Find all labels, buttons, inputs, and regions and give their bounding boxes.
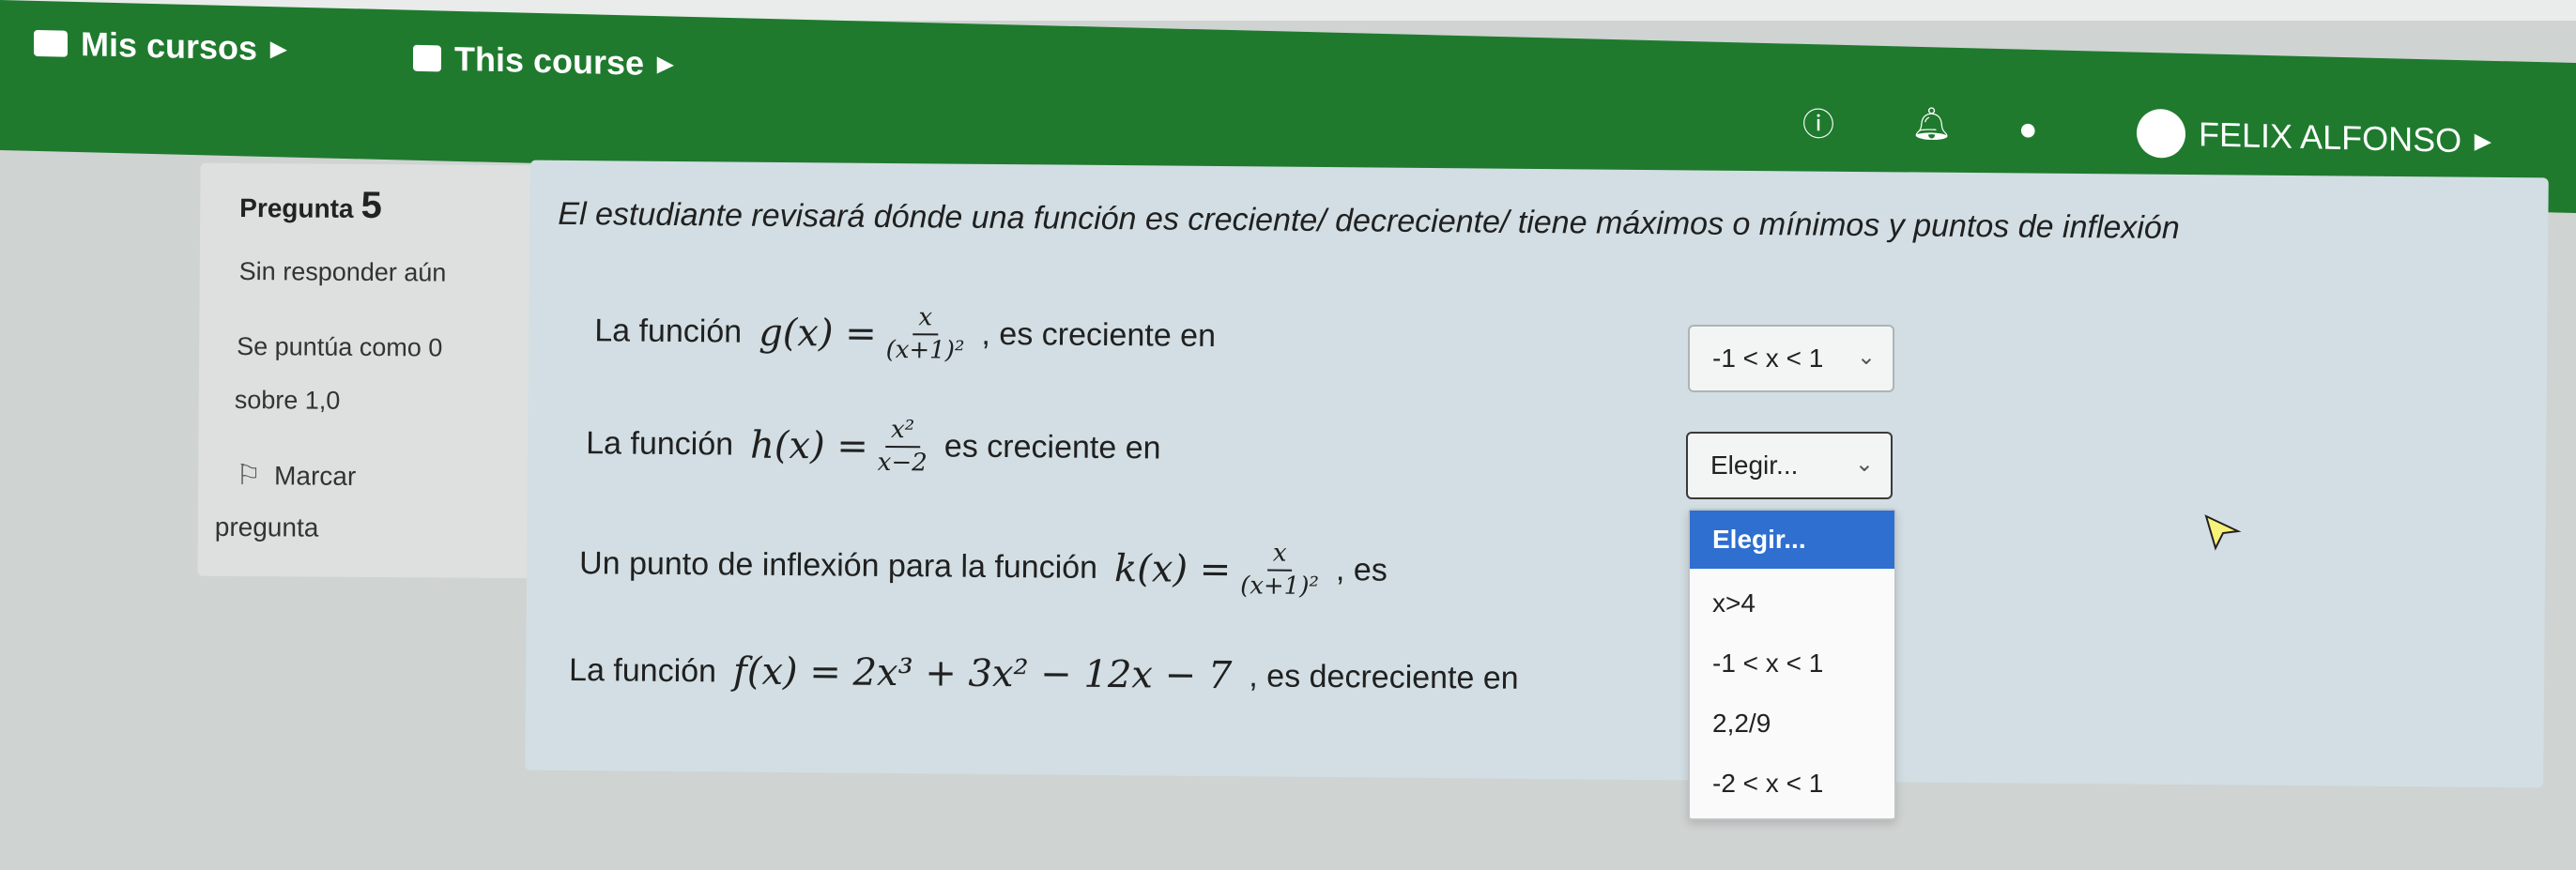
grade-text-2: sobre 1,0 — [234, 385, 341, 415]
briefcase-icon — [34, 29, 68, 57]
question-status: Sin responder aún — [238, 257, 447, 287]
dropdown-option[interactable]: -1 < x < 1 — [1690, 634, 1894, 693]
select-item-g[interactable]: -1 < x < 1 ⌄ — [1688, 325, 1894, 392]
dropdown-option[interactable]: x>4 — [1690, 574, 1894, 633]
select-item-h[interactable]: Elegir... ⌄ — [1686, 432, 1893, 499]
dropdown-option[interactable]: Elegir... — [1690, 511, 1894, 569]
item-h: La función h(x) = x² x−2 es creciente en — [586, 415, 1161, 477]
chevron-down-icon: ⌄ — [1856, 344, 1876, 370]
question-info-panel: Pregunta 5 Sin responder aún Se puntúa co… — [197, 162, 546, 579]
flag-question-link[interactable]: ⚐ Marcar — [236, 459, 356, 493]
dropdown-option[interactable]: -2 < x < 1 — [1690, 755, 1894, 813]
item-f: La función f(x) = 2x³ + 3x² − 12x − 7 , … — [568, 649, 1519, 698]
user-menu[interactable]: FELIX ALFONSO ▶ — [2137, 108, 2492, 166]
flag-icon: ⚐ — [236, 459, 262, 492]
item-k: Un punto de inflexión para la función k(… — [578, 539, 1388, 601]
formula-h: h(x) = x² x−2 — [749, 415, 928, 477]
grade-text: Se puntúa como 0 — [237, 331, 443, 362]
chat-icon[interactable]: ● — [2018, 112, 2038, 149]
book-icon — [413, 44, 441, 72]
nav-mis-cursos[interactable]: Mis cursos ▶ — [34, 23, 286, 69]
flag-question-link-2[interactable]: pregunta — [215, 512, 319, 543]
avatar — [2137, 108, 2185, 159]
item-g: La función g(x) = x (x+1)² , es creciente… — [594, 303, 1217, 365]
question-content: El estudiante revisará dónde una función… — [525, 160, 2549, 788]
bell-icon[interactable]: 🔔︎ — [1911, 105, 1952, 144]
caret-right-icon: ▶ — [657, 52, 673, 76]
question-intro: El estudiante revisará dónde una función… — [558, 195, 2180, 246]
help-icon[interactable]: ⓘ — [1802, 99, 1834, 145]
caret-right-icon: ▶ — [2475, 129, 2492, 153]
dropdown-list[interactable]: Elegir... x>4 -1 < x < 1 2,2/9 -2 < x < … — [1688, 509, 1896, 820]
chevron-down-icon: ⌄ — [1854, 451, 1874, 477]
caret-right-icon: ▶ — [270, 37, 286, 61]
formula-f: f(x) = 2x³ + 3x² − 12x − 7 — [732, 649, 1233, 698]
question-title: Pregunta 5 — [239, 184, 382, 227]
formula-g: g(x) = x (x+1)² — [758, 303, 965, 365]
formula-k: k(x) = x (x+1)² — [1113, 539, 1319, 601]
nav-this-course[interactable]: This course ▶ — [413, 38, 673, 84]
dropdown-option[interactable]: 2,2/9 — [1690, 694, 1894, 753]
